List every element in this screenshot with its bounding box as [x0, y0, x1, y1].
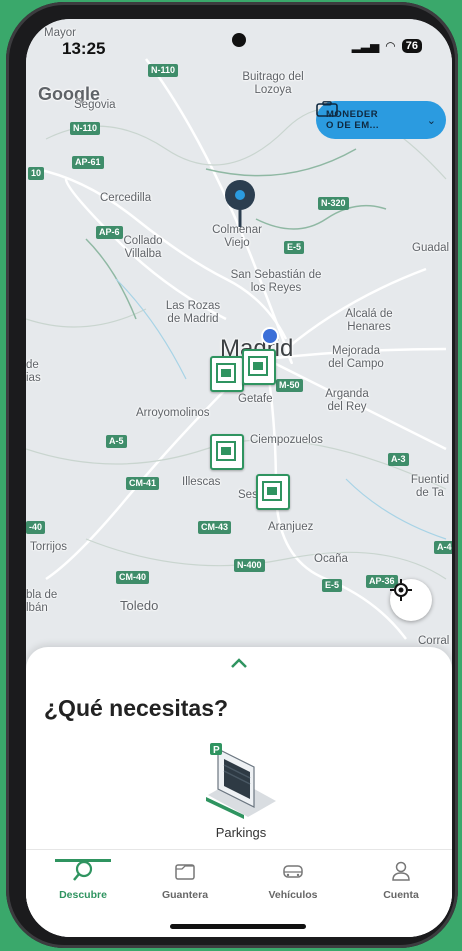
town-label: Fuentid de Ta: [410, 474, 450, 499]
chevron-up-icon[interactable]: [229, 657, 249, 669]
road-shield: N-110: [70, 122, 101, 135]
service-parkings[interactable]: P Parkings: [176, 741, 306, 861]
town-label: Toledo: [120, 598, 159, 613]
parking-icon: [216, 363, 236, 383]
sheet-title: ¿Qué necesitas?: [44, 695, 229, 721]
battery-icon: 76: [401, 39, 422, 53]
nav-descubre[interactable]: Descubre: [38, 859, 128, 901]
wallet-icon: [316, 101, 338, 117]
road-shield: CM-41: [126, 477, 160, 490]
location-pin-icon[interactable]: [224, 179, 256, 229]
parking-icon: [216, 441, 236, 461]
town-label: Ocaña: [314, 553, 348, 565]
town-label: Mejorada del Campo: [328, 345, 384, 370]
road-shield: -40: [26, 521, 46, 534]
town-label: Arroyomolinos: [136, 407, 210, 419]
nav-label: Vehículos: [268, 889, 318, 901]
town-label: Las Rozas de Madrid: [165, 300, 221, 325]
user-icon: [392, 861, 410, 881]
parking-marker[interactable]: [242, 349, 276, 385]
wallet-label-line2: O DE EM...: [326, 120, 380, 131]
nav-label: Guantera: [161, 889, 209, 901]
service-label: Parkings: [215, 825, 267, 840]
road-shield: A-3: [388, 453, 409, 466]
car-icon: [283, 865, 303, 878]
nav-vehiculos[interactable]: Vehículos: [248, 860, 338, 901]
signal-icon: ▂▃▅: [351, 39, 380, 53]
parking-marker[interactable]: [210, 434, 244, 470]
glovebox-icon: [175, 864, 195, 880]
town-label: Aranjuez: [268, 521, 314, 533]
road-shield: N-320: [318, 197, 349, 210]
road-shield: 10: [28, 167, 45, 180]
search-icon: [73, 860, 93, 881]
road-shield: E-5: [322, 579, 343, 592]
parking-illustration-icon: P: [206, 743, 276, 819]
bottom-navigation: Descubre Guantera Vehículos Cuenta: [26, 849, 452, 937]
town-label: San Sebastián de los Reyes: [230, 269, 322, 294]
town-label: Collado Villalba: [123, 235, 163, 260]
road-shield: AP-6: [96, 226, 123, 239]
locate-me-button[interactable]: [390, 579, 432, 621]
nav-cuenta[interactable]: Cuenta: [356, 860, 446, 901]
town-label: Alcalá de Henares: [345, 308, 393, 333]
town-label: Mayor: [44, 27, 76, 39]
road-shield: A-4: [434, 541, 452, 554]
parking-icon: [248, 356, 268, 376]
road-shield: A-5: [106, 435, 127, 448]
map[interactable]: 13:25 ▂▃▅ ◠ 76 Google Mayor Buitrago del…: [26, 19, 452, 659]
road-shield: N-110: [148, 64, 179, 77]
status-time: 13:25: [62, 39, 106, 58]
nav-label: Descubre: [59, 889, 107, 901]
crosshair-icon: [390, 579, 412, 601]
road-shield: N-400: [234, 559, 265, 572]
nav-guantera[interactable]: Guantera: [140, 860, 230, 901]
road-shield: CM-40: [116, 571, 150, 584]
parking-icon: [262, 481, 282, 501]
town-label: de ias: [26, 359, 41, 384]
parking-marker[interactable]: [256, 474, 290, 510]
road-shield: E-5: [284, 241, 305, 254]
road-shield: AP-61: [72, 156, 104, 169]
town-label: Ciempozuelos: [250, 434, 323, 446]
town-label: Cercedilla: [100, 192, 152, 204]
status-icons: ▂▃▅ ◠ 76: [352, 39, 422, 53]
wifi-icon: ◠: [385, 39, 396, 53]
town-label: Arganda del Rey: [325, 388, 369, 413]
user-location-dot: [261, 327, 279, 345]
town-label: Guadal: [412, 242, 450, 254]
nav-active-indicator: [55, 859, 111, 862]
town-label: Buitrago del Lozoya: [242, 71, 304, 96]
chevron-down-icon: ⌄: [426, 114, 436, 127]
town-label: Getafe: [238, 393, 273, 405]
town-label: Torrijos: [30, 541, 68, 553]
home-indicator[interactable]: [170, 924, 306, 929]
road-shield: M-50: [276, 379, 303, 392]
town-label: Segovia: [74, 99, 116, 111]
nav-label: Cuenta: [383, 889, 419, 901]
svg-text:P: P: [213, 745, 220, 756]
phone-frame: 13:25 ▂▃▅ ◠ 76 Google Mayor Buitrago del…: [6, 2, 458, 948]
town-label: bla de lbán: [26, 589, 58, 614]
parking-marker[interactable]: [210, 356, 244, 392]
front-camera: [232, 33, 246, 47]
road-shield: CM-43: [198, 521, 232, 534]
wallet-selector-button[interactable]: MONEDER O DE EM... ⌄: [316, 101, 446, 139]
town-label: Illescas: [182, 476, 221, 488]
screen: 13:25 ▂▃▅ ◠ 76 Google Mayor Buitrago del…: [26, 19, 452, 937]
